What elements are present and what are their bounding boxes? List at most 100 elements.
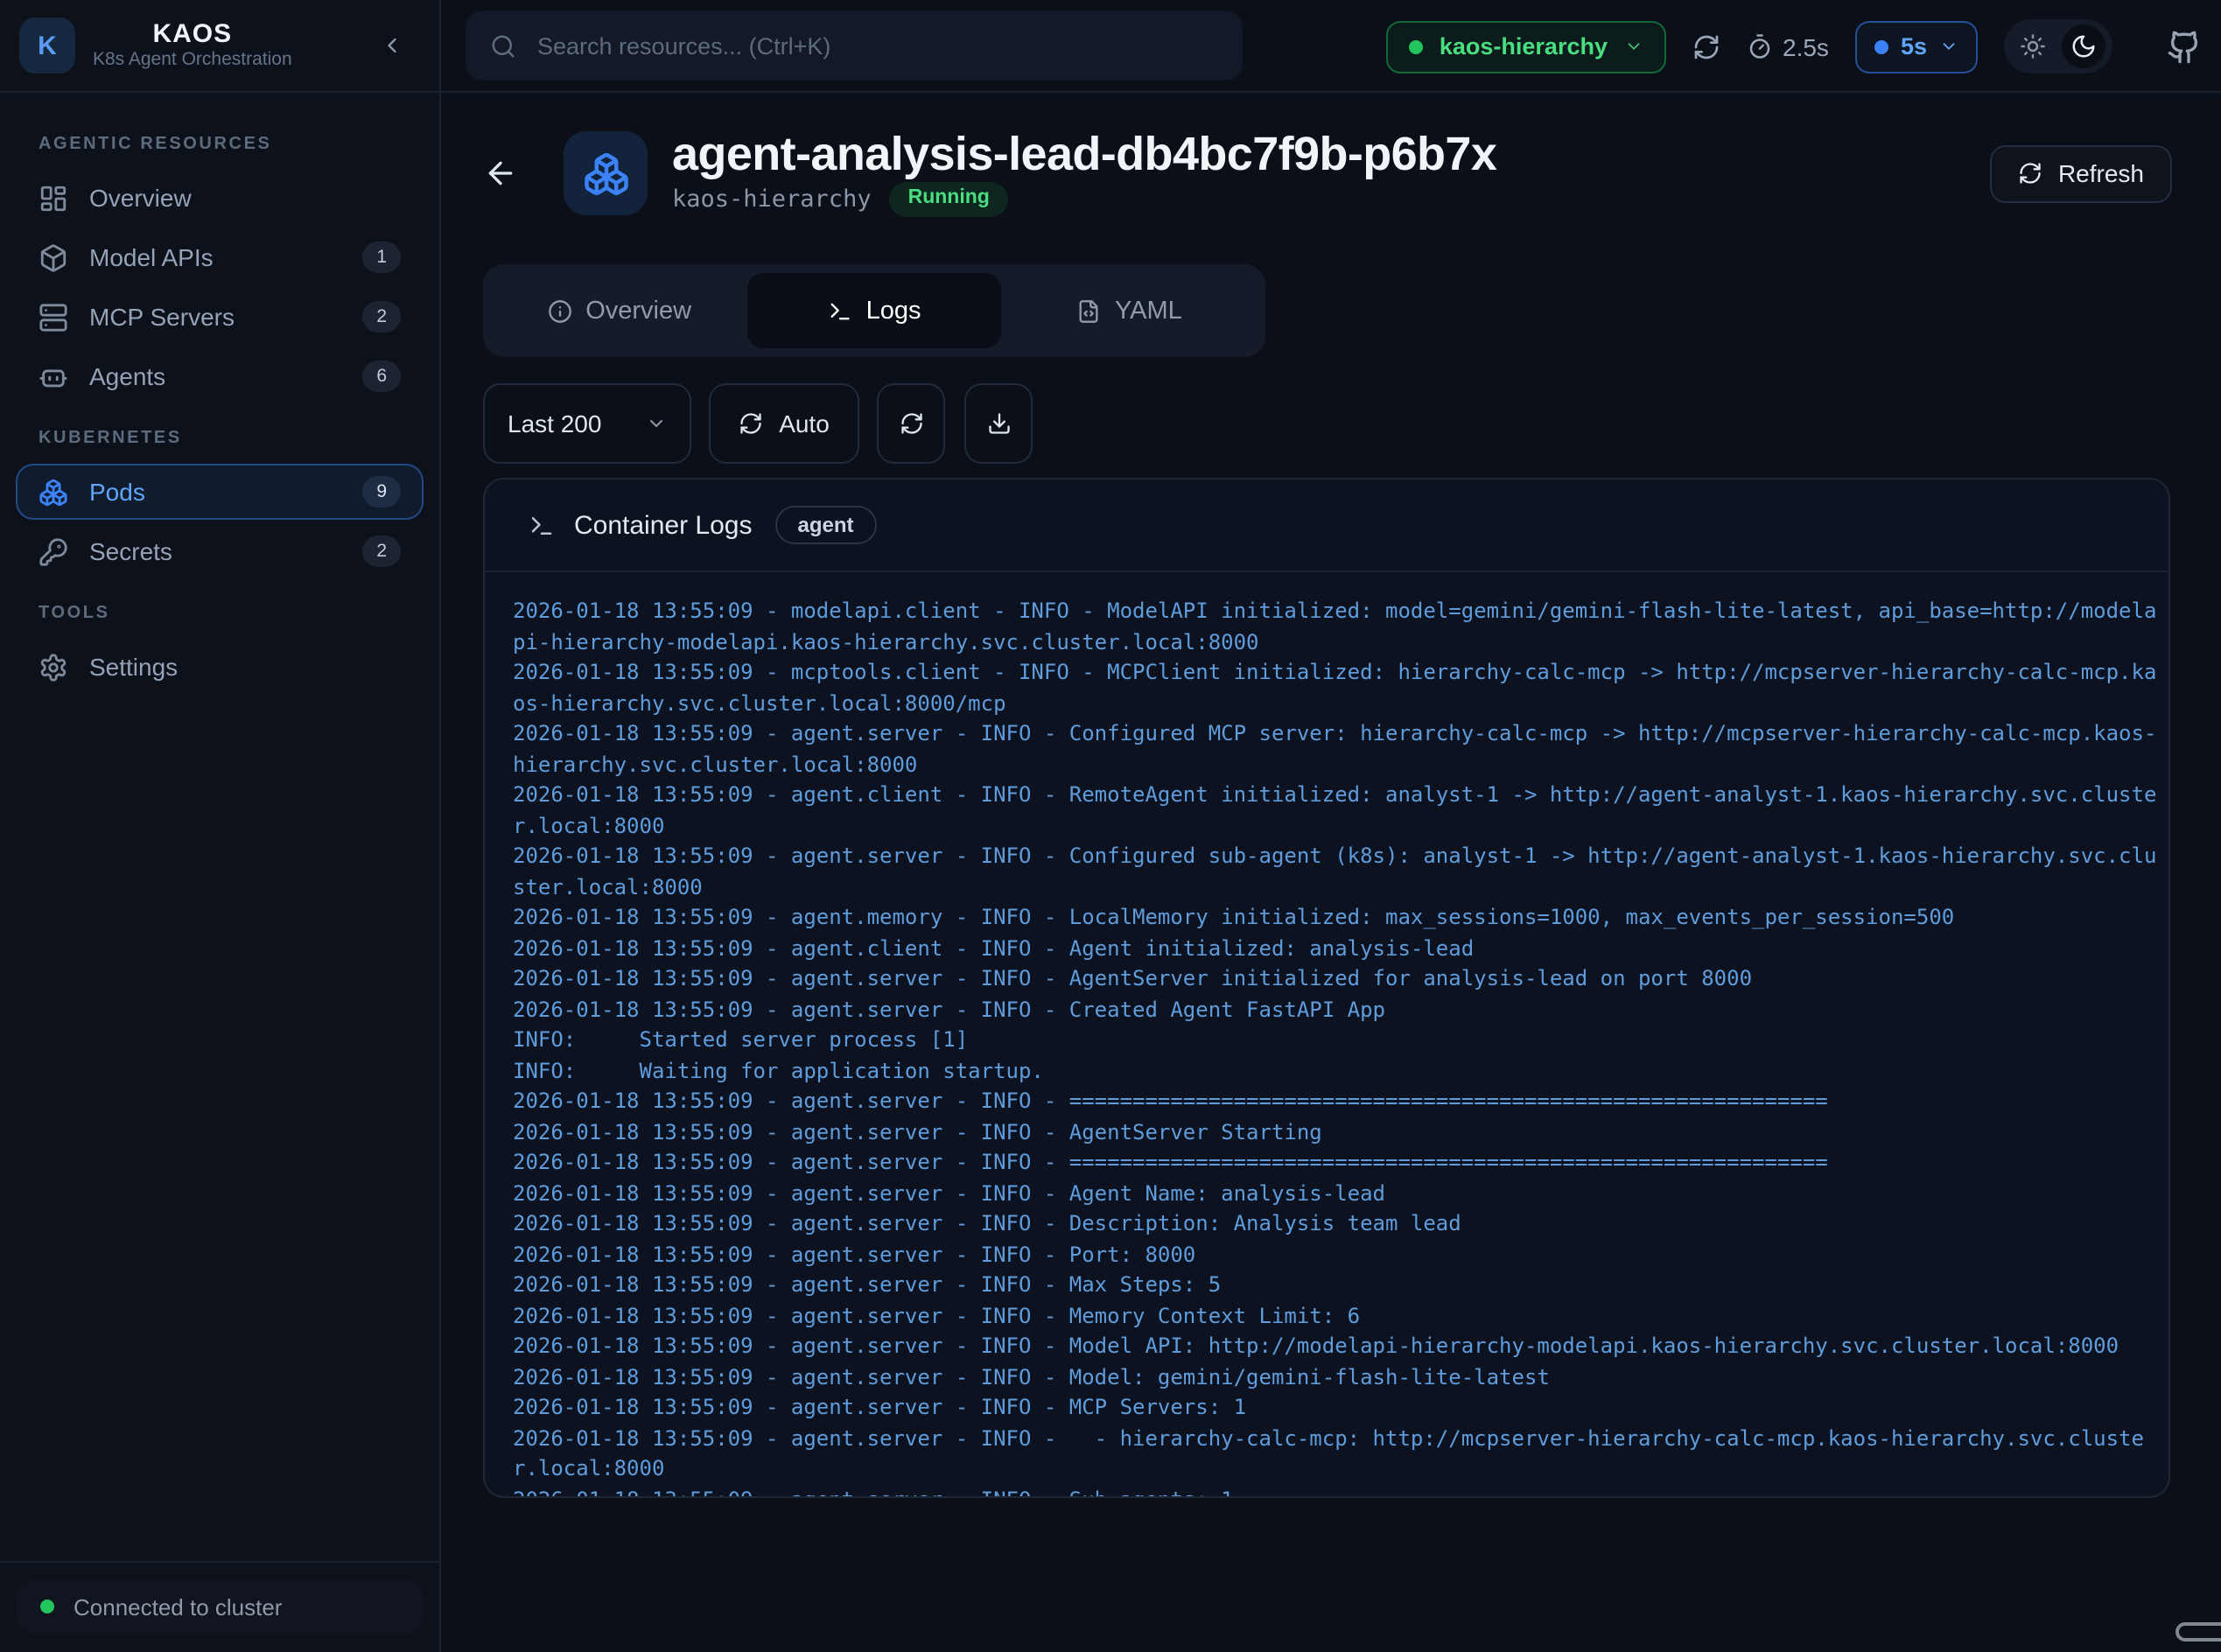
tab-label: YAML xyxy=(1115,297,1182,325)
sidebar-item-label: Agents xyxy=(89,362,165,390)
download-logs-button[interactable] xyxy=(964,383,1033,464)
log-line: 2026-01-18 13:55:09 - mcptools.client - … xyxy=(513,658,2156,719)
sidebar-item-secrets[interactable]: Secrets 2 xyxy=(16,523,424,579)
search-input[interactable] xyxy=(534,31,1218,60)
refresh-button[interactable]: Refresh xyxy=(1990,144,2172,202)
sidebar-item-label: Overview xyxy=(89,184,192,212)
namespace-selector[interactable]: kaos-hierarchy xyxy=(1387,20,1665,73)
sidebar-item-agents[interactable]: Agents 6 xyxy=(16,348,424,404)
sidebar-item-settings[interactable]: Settings xyxy=(16,639,424,695)
log-line: 2026-01-18 13:55:09 - agent.server - INF… xyxy=(513,1485,2156,1498)
refresh-icon xyxy=(899,411,923,436)
log-panel: Container Logs agent 2026-01-18 13:55:09… xyxy=(483,478,2170,1498)
sidebar-item-label: MCP Servers xyxy=(89,303,235,331)
log-line: 2026-01-18 13:55:09 - agent.server - INF… xyxy=(513,1424,2156,1485)
refresh-icon xyxy=(2018,161,2042,186)
log-panel-header: Container Logs agent xyxy=(485,480,2168,572)
log-line: 2026-01-18 13:55:09 - agent.server - INF… xyxy=(513,1362,2156,1393)
dark-theme-button[interactable] xyxy=(2062,24,2105,68)
page-title-block: agent-analysis-lead-db4bc7f9b-p6b7x kaos… xyxy=(672,130,1496,217)
log-line: 2026-01-18 13:55:09 - agent.server - INF… xyxy=(513,1393,2156,1424)
boxes-icon xyxy=(39,477,68,507)
log-line: 2026-01-18 13:55:09 - agent.server - INF… xyxy=(513,1270,2156,1301)
tab-overview[interactable]: Overview xyxy=(492,273,746,348)
count-badge: 9 xyxy=(362,476,401,508)
log-line: INFO: Waiting for application startup. xyxy=(513,1056,2156,1087)
count-badge: 2 xyxy=(362,536,401,568)
refresh-button-label: Refresh xyxy=(2058,159,2144,187)
section-label-tools: TOOLS xyxy=(16,604,424,623)
section-label-kubernetes: KUBERNETES xyxy=(16,429,424,448)
section-label-agentic: AGENTIC RESOURCES xyxy=(16,135,424,154)
app-name: KAOS xyxy=(152,19,232,49)
count-badge: 2 xyxy=(362,301,401,333)
log-line: 2026-01-18 13:55:09 - agent.server - INF… xyxy=(513,1240,2156,1270)
tab-yaml[interactable]: YAML xyxy=(1002,273,1257,348)
search-box xyxy=(466,10,1243,80)
arrow-left-icon xyxy=(483,156,518,191)
gear-icon xyxy=(39,652,68,682)
log-line: 2026-01-18 13:55:09 - agent.server - INF… xyxy=(513,1209,2156,1240)
log-line: INFO: Started server process [1] xyxy=(513,1026,2156,1056)
pod-icon-tile xyxy=(564,131,648,215)
terminal-icon xyxy=(828,298,852,323)
download-icon xyxy=(986,411,1011,436)
log-line: 2026-01-18 13:55:09 - agent.server - INF… xyxy=(513,995,2156,1026)
tab-bar: Overview Logs YAML xyxy=(483,264,1265,357)
chevron-left-icon xyxy=(380,33,404,58)
app-subtitle: K8s Agent Orchestration xyxy=(93,49,292,72)
log-line: 2026-01-18 13:55:09 - agent.server - INF… xyxy=(513,1301,2156,1332)
horizontal-scrollbar[interactable] xyxy=(2175,1622,2221,1642)
namespace-status-dot-icon xyxy=(1410,39,1424,53)
chevron-down-icon xyxy=(1623,37,1643,56)
log-line: 2026-01-18 13:55:09 - agent.server - INF… xyxy=(513,1117,2156,1148)
server-icon xyxy=(39,302,68,332)
pod-namespace: kaos-hierarchy xyxy=(672,186,872,214)
light-theme-button[interactable] xyxy=(2011,24,2055,68)
refresh-interval-selector[interactable]: 5s xyxy=(1855,20,1978,73)
interval-dot-icon xyxy=(1874,39,1888,53)
terminal-icon xyxy=(529,512,555,538)
sidebar-nav: AGENTIC RESOURCES Overview Model APIs 1 … xyxy=(0,93,439,695)
lines-count-select[interactable]: Last 200 xyxy=(483,383,691,464)
page-subtitle-row: kaos-hierarchy Running xyxy=(672,183,1496,217)
lines-count-value: Last 200 xyxy=(508,410,601,438)
sidebar-header: K KAOS K8s Agent Orchestration xyxy=(0,0,439,93)
log-line: 2026-01-18 13:55:09 - agent.server - INF… xyxy=(513,1087,2156,1117)
main-area: kaos-hierarchy 2.5s 5s xyxy=(441,0,2221,1652)
sidebar-item-overview[interactable]: Overview xyxy=(16,170,424,226)
chevron-down-icon xyxy=(646,413,667,434)
log-line: 2026-01-18 13:55:09 - agent.client - INF… xyxy=(513,780,2156,842)
sidebar-collapse-button[interactable] xyxy=(369,32,415,60)
moon-icon xyxy=(2070,33,2097,60)
log-line: 2026-01-18 13:55:09 - agent.server - INF… xyxy=(513,842,2156,903)
auto-refresh-toggle[interactable]: Auto xyxy=(709,383,859,464)
sidebar-item-mcp-servers[interactable]: MCP Servers 2 xyxy=(16,289,424,345)
sidebar-item-pods[interactable]: Pods 9 xyxy=(16,464,424,520)
sidebar-item-label: Settings xyxy=(89,653,178,681)
search-icon xyxy=(490,32,516,59)
log-line: 2026-01-18 13:55:09 - agent.memory - INF… xyxy=(513,903,2156,934)
refresh-icon xyxy=(739,411,763,436)
github-icon xyxy=(2167,29,2202,64)
tab-logs[interactable]: Logs xyxy=(746,273,1001,348)
log-line: 2026-01-18 13:55:09 - agent.server - INF… xyxy=(513,1179,2156,1209)
global-refresh-button[interactable] xyxy=(1692,32,1720,60)
manual-refresh-button[interactable] xyxy=(877,383,945,464)
log-output[interactable]: 2026-01-18 13:55:09 - modelapi.client - … xyxy=(513,597,2156,1498)
tab-label: Logs xyxy=(866,297,921,325)
layout-dashboard-icon xyxy=(39,183,68,213)
back-button[interactable] xyxy=(483,156,518,191)
sidebar-item-label: Pods xyxy=(89,478,145,506)
log-line: 2026-01-18 13:55:09 - agent.client - INF… xyxy=(513,934,2156,964)
github-link[interactable] xyxy=(2167,29,2202,64)
app-title-block: KAOS K8s Agent Orchestration xyxy=(93,19,292,72)
sidebar-item-model-apis[interactable]: Model APIs 1 xyxy=(16,229,424,285)
app-logo: K xyxy=(19,18,75,74)
key-icon xyxy=(39,536,68,566)
info-icon xyxy=(547,298,571,323)
cluster-status: Connected to cluster xyxy=(16,1580,424,1633)
refresh-icon xyxy=(1692,32,1720,60)
auto-refresh-label: Auto xyxy=(779,410,830,438)
sun-icon xyxy=(2020,33,2046,60)
